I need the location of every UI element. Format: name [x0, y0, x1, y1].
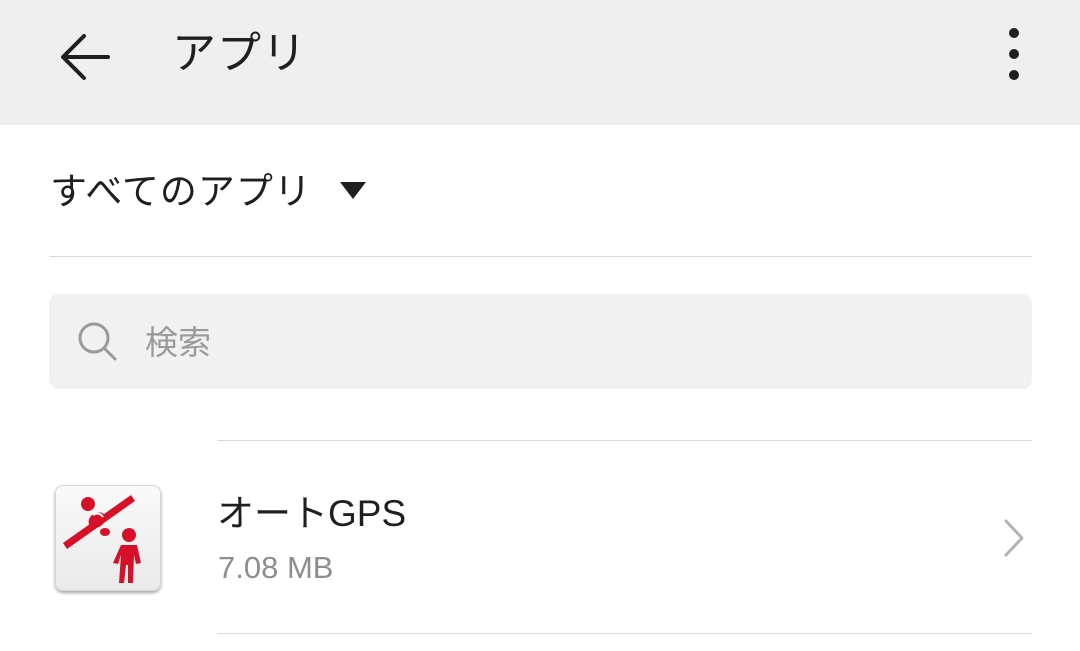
divider	[49, 256, 1032, 257]
divider	[217, 440, 1032, 441]
page-title: アプリ	[172, 28, 307, 79]
more-vert-icon	[1009, 28, 1019, 80]
more-options-button[interactable]	[984, 14, 1044, 94]
app-filter-dropdown[interactable]: すべてのアプリ	[50, 160, 366, 216]
search-icon	[78, 322, 117, 361]
app-name: オートGPS	[217, 493, 407, 534]
app-list-item[interactable]	[0, 442, 1080, 633]
filter-label: すべてのアプリ	[50, 170, 312, 213]
arrow-back-icon	[61, 34, 110, 80]
caret-down-icon	[339, 181, 366, 199]
app-size: 7.08 MB	[218, 550, 334, 585]
app-list-screen: アプリ すべてのアプリ 検索 オートGPS 7.08 MB	[0, 0, 1080, 651]
divider	[217, 633, 1032, 634]
chevron-right-icon	[1004, 519, 1024, 557]
search-input[interactable]	[145, 314, 1005, 370]
auto-gps-app-icon	[55, 485, 161, 591]
app-bar: アプリ	[0, 0, 1080, 125]
back-button[interactable]	[44, 17, 124, 97]
